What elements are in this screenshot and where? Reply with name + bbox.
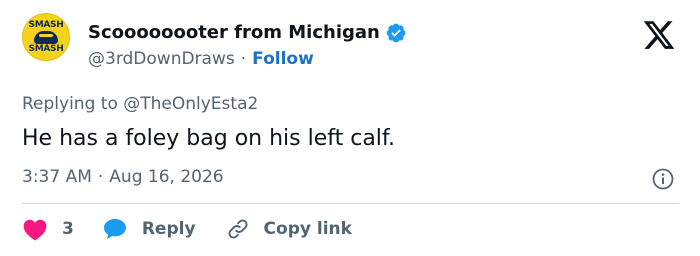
tweet-text: He has a foley bag on his left calf. <box>22 126 396 151</box>
verified-badge-icon[interactable] <box>385 22 407 44</box>
author-display-name[interactable]: Scoooooooter from Michigan <box>88 22 380 44</box>
author-handle[interactable]: @3rdDownDraws <box>88 48 235 70</box>
replying-prefix: Replying to <box>22 94 118 114</box>
copy-link-label: Copy link <box>263 219 352 239</box>
replying-to-line: Replying to @TheOnlyEsta2 <box>22 93 258 115</box>
heart-icon <box>22 217 48 241</box>
timestamp-separator: · <box>97 167 104 187</box>
follow-button[interactable]: Follow <box>252 48 314 70</box>
copy-link-button[interactable]: Copy link <box>226 217 352 241</box>
avatar-text-bottom: SMASH <box>28 43 64 54</box>
avatar-text-top: SMASH <box>28 19 64 30</box>
author-name-row: Scoooooooter from Michigan <box>88 22 407 44</box>
replying-to-mention[interactable]: @TheOnlyEsta2 <box>123 94 258 114</box>
like-count: 3 <box>62 219 74 239</box>
like-button[interactable]: 3 <box>22 217 74 241</box>
reply-label: Reply <box>141 219 196 239</box>
x-logo-icon[interactable] <box>641 18 677 52</box>
tweet-date: Aug 16, 2026 <box>109 167 224 187</box>
tweet-actions: 3 Reply Copy link <box>22 216 352 242</box>
info-icon[interactable] <box>651 167 675 191</box>
avatar[interactable]: SMASH SMASH <box>22 13 70 61</box>
tweet-timestamp[interactable]: 3:37 AM · Aug 16, 2026 <box>22 166 224 188</box>
reply-button[interactable]: Reply <box>102 217 196 241</box>
tweet-time: 3:37 AM <box>22 167 92 187</box>
speech-bubble-icon <box>102 217 128 241</box>
helmet-icon <box>34 30 58 44</box>
handle-separator: · <box>240 49 247 69</box>
author-handle-row: @3rdDownDraws · Follow <box>88 48 314 70</box>
link-icon <box>226 217 250 241</box>
divider <box>22 203 679 204</box>
